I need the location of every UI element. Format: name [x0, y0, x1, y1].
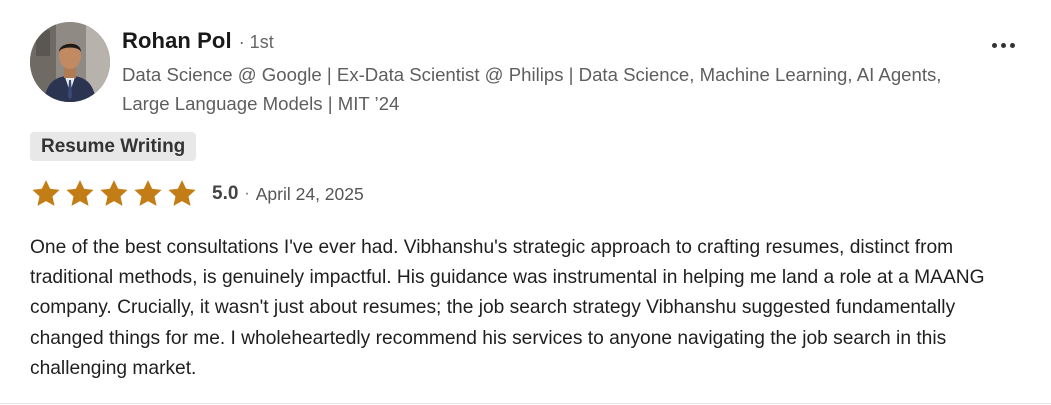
review-card: Rohan Pol · 1st Data Science @ Google | … [0, 0, 1051, 405]
star-icon [134, 180, 162, 206]
separator-dot: · [244, 185, 250, 202]
author-name[interactable]: Rohan Pol [122, 28, 232, 54]
connection-degree: · 1st [238, 32, 274, 52]
rating-value: 5.0 [212, 183, 239, 204]
divider [0, 403, 1051, 404]
star-icon [66, 180, 94, 206]
star-icon [32, 180, 60, 206]
author-name-row: Rohan Pol · 1st [122, 28, 274, 54]
rating-row: 5.0 · April 24, 2025 [30, 178, 364, 210]
more-horizontal-icon [1000, 42, 1006, 48]
more-horizontal-icon [991, 42, 997, 48]
profile-photo-icon [30, 22, 110, 102]
star-icon [168, 180, 196, 206]
more-horizontal-icon [1009, 42, 1015, 48]
review-date: April 24, 2025 [255, 183, 364, 204]
service-tag: Resume Writing [30, 132, 197, 161]
author-headline: Data Science @ Google | Ex-Data Scientis… [122, 64, 942, 114]
star-icon [100, 180, 128, 206]
star-rating [30, 178, 198, 210]
review-text: One of the best consultations I've ever … [30, 237, 985, 379]
more-options-button[interactable] [988, 30, 1018, 60]
avatar[interactable] [30, 22, 110, 102]
